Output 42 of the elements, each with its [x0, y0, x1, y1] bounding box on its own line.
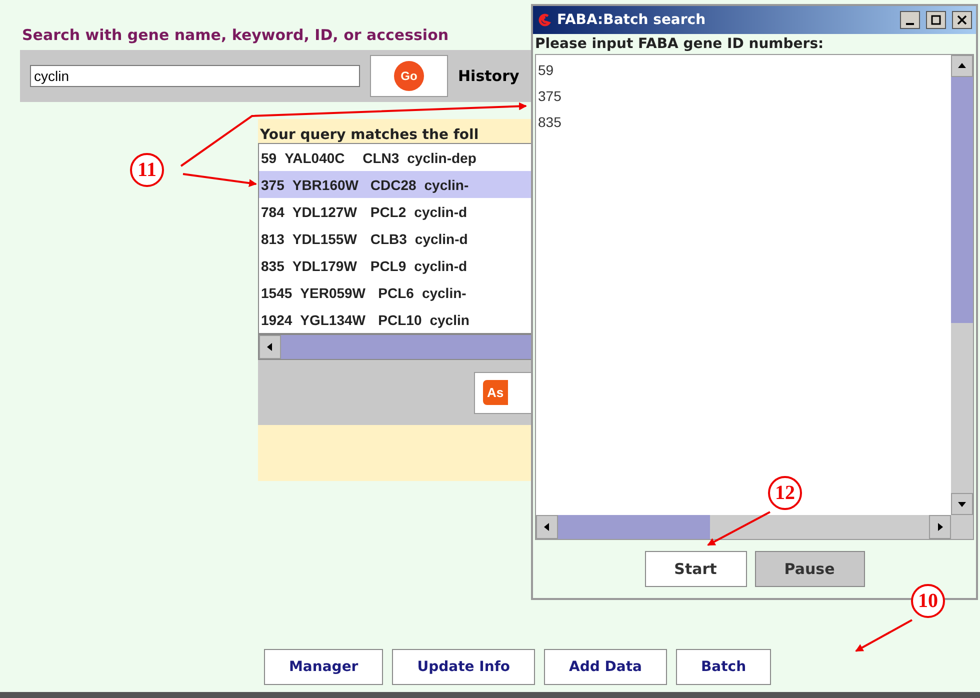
- history-label: History: [458, 67, 520, 85]
- result-row[interactable]: 813 YDL155W CLB3 cyclin-d: [259, 225, 532, 252]
- vertical-scrollbar[interactable]: [951, 55, 973, 515]
- result-row[interactable]: 59 YAL040C CLN3 cyclin-dep: [259, 144, 532, 171]
- result-row[interactable]: 835 YDL179W PCL9 cyclin-d: [259, 252, 532, 279]
- left-arrow-icon[interactable]: [266, 343, 274, 351]
- minimize-icon: [906, 23, 914, 25]
- search-field[interactable]: cyclin: [30, 65, 360, 87]
- results-heading: Your query matches the foll: [259, 126, 480, 143]
- pause-button[interactable]: Pause: [754, 551, 864, 587]
- minimize-button[interactable]: [900, 11, 920, 29]
- maximize-button[interactable]: [926, 11, 946, 29]
- horizontal-scrollbar[interactable]: [536, 515, 973, 539]
- app-logo-icon: [537, 12, 551, 28]
- id-line: 59: [538, 61, 555, 80]
- result-row[interactable]: 375 YBR160W CDC28 cyclin-: [259, 171, 532, 198]
- right-arrow-icon[interactable]: [936, 523, 944, 531]
- start-button[interactable]: Start: [644, 551, 746, 587]
- result-row[interactable]: 1924 YGL134W PCL10 cyclin: [259, 306, 532, 333]
- down-arrow-icon[interactable]: [958, 500, 966, 508]
- toolbar-button[interactable]: Batch: [676, 649, 772, 685]
- horizontal-scrollbar[interactable]: [258, 334, 532, 360]
- up-arrow-icon[interactable]: [958, 62, 966, 70]
- id-line: 375: [538, 87, 562, 106]
- annotation-number: 11: [130, 153, 164, 187]
- annotation-arrow: [707, 511, 770, 546]
- annotation-arrow: [855, 619, 912, 652]
- id-line: 835: [538, 113, 562, 132]
- result-row[interactable]: 784 YDL127W PCL2 cyclin-d: [259, 198, 532, 225]
- close-icon: [957, 15, 967, 25]
- go-button[interactable]: Go: [370, 55, 448, 97]
- toolbar-button[interactable]: Add Data: [544, 649, 667, 685]
- window-title: FABA:Batch search: [557, 12, 707, 28]
- left-arrow-icon[interactable]: [543, 523, 551, 531]
- result-row[interactable]: 1545 YER059W PCL6 cyclin-: [259, 279, 532, 306]
- toolbar-button[interactable]: Manager: [264, 649, 384, 685]
- annotation-number: 10: [911, 584, 945, 618]
- close-button[interactable]: [952, 11, 972, 29]
- search-heading: Search with gene name, keyword, ID, or accession: [22, 26, 449, 44]
- prompt-label: Please input FABA gene ID numbers:: [534, 35, 825, 54]
- toolbar-button[interactable]: Update Info: [392, 649, 536, 685]
- maximize-icon: [931, 15, 941, 25]
